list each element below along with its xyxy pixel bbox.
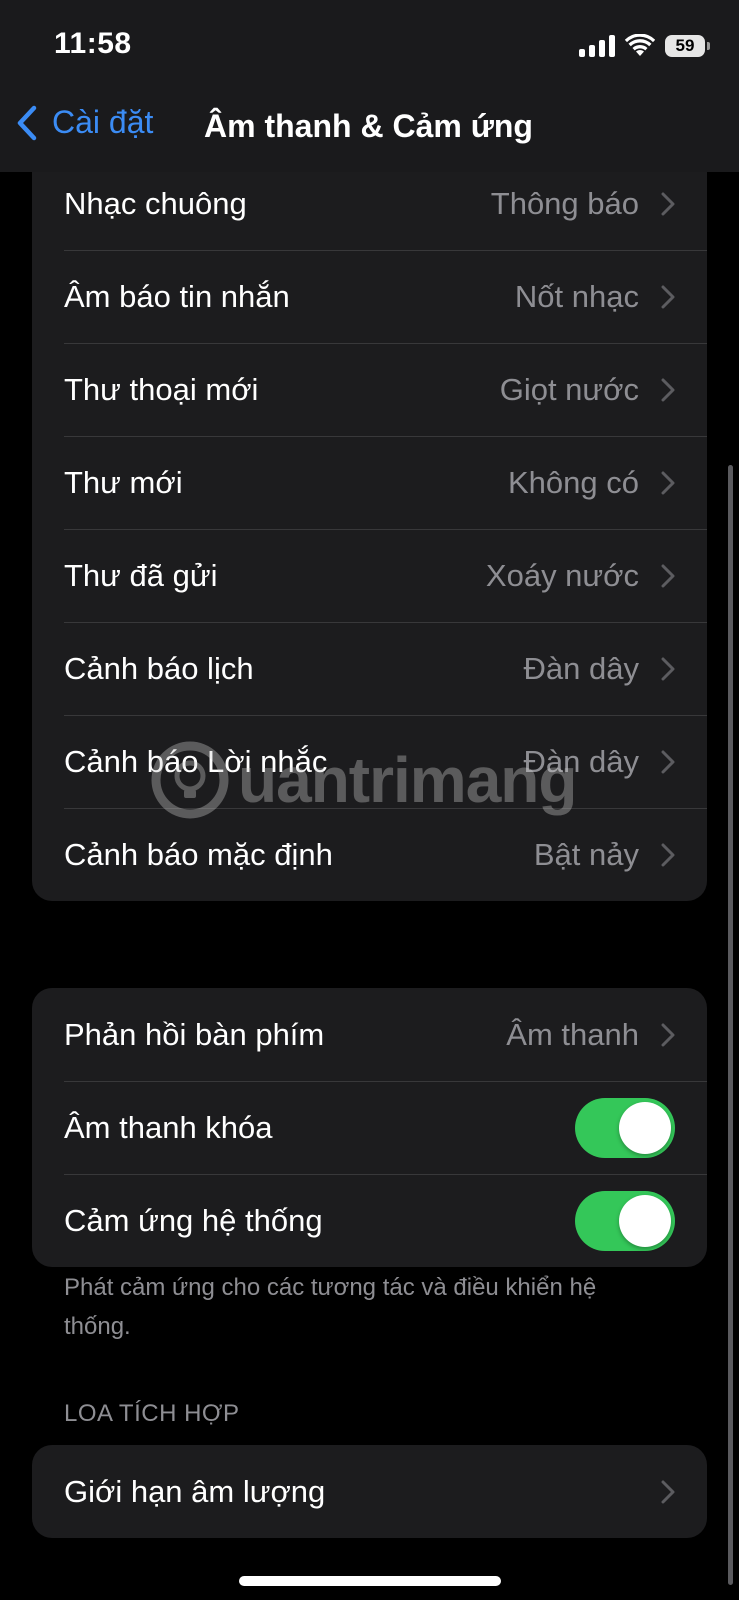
settings-row-default-alerts[interactable]: Cảnh báo mặc định Bật nảy — [32, 808, 707, 901]
back-button[interactable]: Cài đặt — [16, 104, 153, 141]
row-label: Thư mới — [64, 464, 183, 500]
battery-level: 59 — [675, 36, 695, 55]
lock-sound-toggle[interactable] — [575, 1097, 675, 1158]
row-value: Bật nảy — [533, 836, 639, 872]
page-title: Âm thanh & Cảm ứng — [204, 108, 533, 144]
cellular-signal-icon — [579, 35, 615, 57]
status-time: 11:58 — [54, 27, 132, 60]
chevron-right-icon — [661, 378, 675, 401]
settings-row-new-voicemail[interactable]: Thư thoại mới Giọt nước — [32, 343, 707, 436]
row-value: Nốt nhạc — [514, 278, 639, 314]
scroll-indicator[interactable] — [728, 465, 733, 1585]
sounds-group: Nhạc chuông Thông báo Âm báo tin nhắn Nố… — [32, 137, 707, 901]
chevron-right-icon — [661, 285, 675, 308]
row-value: Xoáy nước — [485, 557, 639, 593]
battery-icon: 59 — [665, 35, 710, 57]
chevron-right-icon — [661, 1480, 675, 1503]
row-label: Cảnh báo mặc định — [64, 836, 333, 872]
chevron-right-icon — [661, 750, 675, 773]
system-haptics-footnote: Phát cảm ứng cho các tương tác và điều k… — [64, 1274, 597, 1340]
row-value: Âm thanh — [506, 1016, 639, 1052]
chevron-right-icon — [661, 1023, 675, 1046]
chevron-right-icon — [661, 657, 675, 680]
row-label: Âm báo tin nhắn — [64, 278, 290, 314]
system-haptics-toggle[interactable] — [575, 1190, 675, 1251]
row-label: Nhạc chuông — [64, 185, 247, 221]
status-icons: 59 — [579, 32, 710, 60]
chevron-right-icon — [661, 471, 675, 494]
settings-row-calendar-alerts[interactable]: Cảnh báo lịch Đàn dây — [32, 622, 707, 715]
chevron-right-icon — [661, 843, 675, 866]
chevron-right-icon — [661, 192, 675, 215]
settings-row-new-mail[interactable]: Thư mới Không có — [32, 436, 707, 529]
row-label: Âm thanh khóa — [64, 1109, 273, 1145]
settings-row-lock-sound: Âm thanh khóa — [32, 1081, 707, 1174]
row-label: Cảnh báo lịch — [64, 650, 254, 686]
feedback-group: Phản hồi bàn phím Âm thanh Âm thanh khóa… — [32, 988, 707, 1267]
row-label: Cảm ứng hệ thống — [64, 1202, 323, 1238]
settings-row-reminder-alerts[interactable]: Cảnh báo Lời nhắc Đàn dây — [32, 715, 707, 808]
back-button-label: Cài đặt — [52, 104, 154, 140]
section-header-builtin-speaker: LOA TÍCH HỢP — [64, 1400, 240, 1427]
row-value: Đàn dây — [523, 650, 639, 686]
row-value: Thông báo — [490, 185, 639, 221]
settings-row-text-tone[interactable]: Âm báo tin nhắn Nốt nhạc — [32, 250, 707, 343]
row-label: Thư thoại mới — [64, 371, 259, 407]
row-label: Giới hạn âm lượng — [64, 1473, 326, 1509]
row-value: Không có — [508, 464, 639, 500]
chevron-left-icon — [17, 105, 37, 140]
settings-screen: 11:58 59 Cài đặt Âm thanh & Cảm ứng Nhạc… — [0, 0, 739, 1600]
settings-row-volume-limit[interactable]: Giới hạn âm lượng — [32, 1445, 707, 1538]
row-label: Thư đã gửi — [64, 557, 218, 593]
toggle-knob — [619, 1194, 671, 1247]
settings-row-sent-mail[interactable]: Thư đã gửi Xoáy nước — [32, 529, 707, 622]
settings-row-system-haptics: Cảm ứng hệ thống — [32, 1174, 707, 1267]
home-indicator[interactable] — [239, 1576, 501, 1586]
settings-row-keyboard-feedback[interactable]: Phản hồi bàn phím Âm thanh — [32, 988, 707, 1081]
navigation-header: 11:58 59 Cài đặt Âm thanh & Cảm ứng — [0, 0, 739, 172]
row-value: Giọt nước — [499, 371, 639, 407]
row-label: Cảnh báo Lời nhắc — [64, 743, 328, 779]
builtin-speaker-group: Giới hạn âm lượng — [32, 1445, 707, 1538]
row-value: Đàn dây — [523, 743, 639, 779]
wifi-icon — [625, 34, 655, 56]
toggle-knob — [619, 1101, 671, 1154]
row-label: Phản hồi bàn phím — [64, 1016, 325, 1052]
chevron-right-icon — [661, 564, 675, 587]
